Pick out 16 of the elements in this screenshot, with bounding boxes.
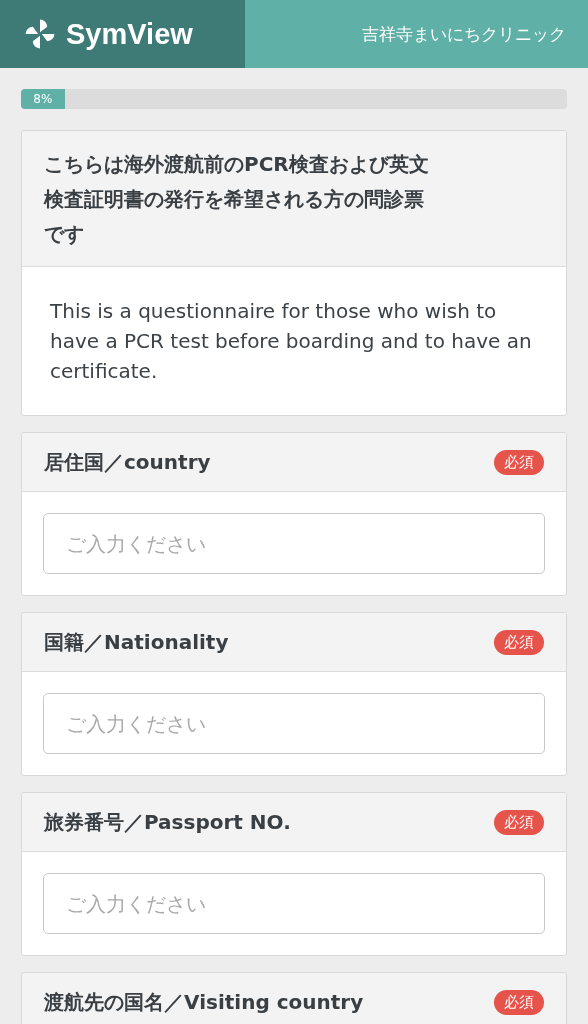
question-label: 居住国／country: [44, 448, 211, 476]
clinic-name: 吉祥寺まいにちクリニック: [362, 22, 566, 46]
input-field[interactable]: ご入力ください: [43, 693, 545, 754]
required-badge: 必須: [494, 809, 544, 835]
intro-title: こちらは海外渡航前のPCR検査および英文検査証明書の発行を希望される方の問診票です: [44, 151, 430, 248]
question-label: 渡航先の国名／Visiting country: [44, 988, 364, 1016]
question-label: 国籍／Nationality: [44, 628, 229, 656]
progress-label: 8%: [33, 92, 53, 106]
question-label: 旅券番号／Passport NO.: [44, 808, 291, 836]
required-badge: 必須: [494, 989, 544, 1015]
input-field[interactable]: ご入力ください: [43, 873, 545, 934]
required-badge: 必須: [494, 449, 544, 475]
intro-description: This is a questionnaire for those who wish to have a PCR test before boarding and to have an certificate.: [50, 298, 533, 385]
required-badge: 必須: [494, 629, 544, 655]
logo-text: SymView: [66, 17, 193, 51]
input-field[interactable]: ご入力ください: [43, 513, 545, 574]
